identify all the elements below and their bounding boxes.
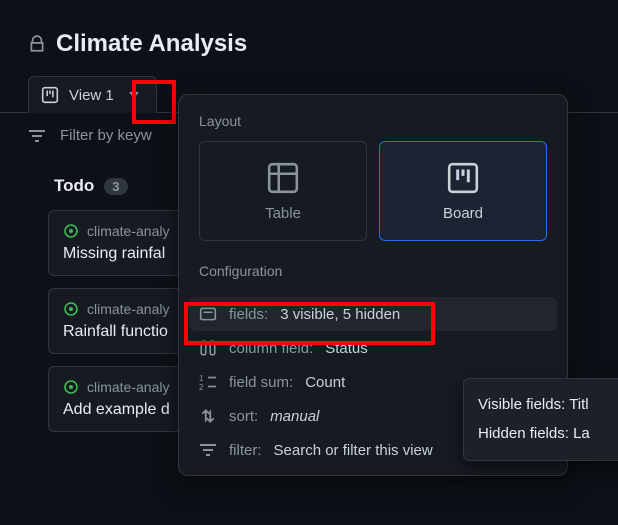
config-value: Status [325, 340, 368, 357]
card-repo: climate-analy [87, 379, 169, 395]
tooltip-visible-label: Visible fields: [478, 396, 565, 413]
view-tab-label: View 1 [69, 87, 114, 104]
layout-option-label: Board [443, 205, 483, 222]
issue-open-icon [63, 301, 79, 317]
tooltip-hidden-label: Hidden fields: [478, 425, 569, 442]
layout-option-label: Table [265, 205, 301, 222]
config-value: Count [305, 374, 345, 391]
filter-icon [199, 443, 217, 457]
table-icon [266, 161, 300, 195]
layout-section-label: Layout [179, 109, 567, 141]
sum-icon: 12 [199, 373, 217, 391]
config-key: field sum: [229, 374, 293, 391]
config-key: column field: [229, 340, 313, 357]
page-header: Climate Analysis [0, 0, 618, 76]
svg-text:2: 2 [199, 383, 203, 391]
card-repo: climate-analy [87, 301, 169, 317]
card-repo: climate-analy [87, 223, 169, 239]
config-key: filter: [229, 442, 262, 459]
config-fields[interactable]: fields: 3 visible, 5 hidden [189, 297, 557, 331]
config-value: Search or filter this view [274, 442, 433, 459]
fields-icon [199, 305, 217, 323]
board-icon [446, 161, 480, 195]
issue-open-icon [63, 223, 79, 239]
board-icon [41, 86, 59, 104]
tooltip-visible-value: Titl [569, 396, 588, 413]
column-count-badge: 3 [104, 178, 127, 195]
lock-icon [28, 35, 46, 53]
column-title: Todo [54, 176, 94, 196]
filter-placeholder: Filter by keyw [60, 127, 152, 144]
config-value: 3 visible, 5 hidden [280, 306, 400, 323]
config-key: sort: [229, 408, 258, 425]
layout-option-table[interactable]: Table [199, 141, 367, 241]
layout-options: Table Board [179, 141, 567, 259]
columns-icon [199, 339, 217, 357]
filter-icon [28, 129, 46, 143]
tooltip-hidden-value: La [573, 425, 590, 442]
page-title[interactable]: Climate Analysis [56, 30, 247, 58]
config-column-field[interactable]: column field: Status [189, 331, 557, 365]
config-key: fields: [229, 306, 268, 323]
view-tab[interactable]: View 1 [28, 76, 157, 113]
layout-option-board[interactable]: Board [379, 141, 547, 241]
caret-down-icon [129, 92, 139, 98]
config-value: manual [270, 408, 319, 425]
fields-tooltip: Visible fields: Titl Hidden fields: La [463, 378, 618, 461]
view-options-button[interactable] [124, 85, 144, 105]
issue-open-icon [63, 379, 79, 395]
config-section-label: Configuration [179, 259, 567, 291]
svg-text:1: 1 [199, 374, 203, 383]
sort-icon [199, 407, 217, 425]
